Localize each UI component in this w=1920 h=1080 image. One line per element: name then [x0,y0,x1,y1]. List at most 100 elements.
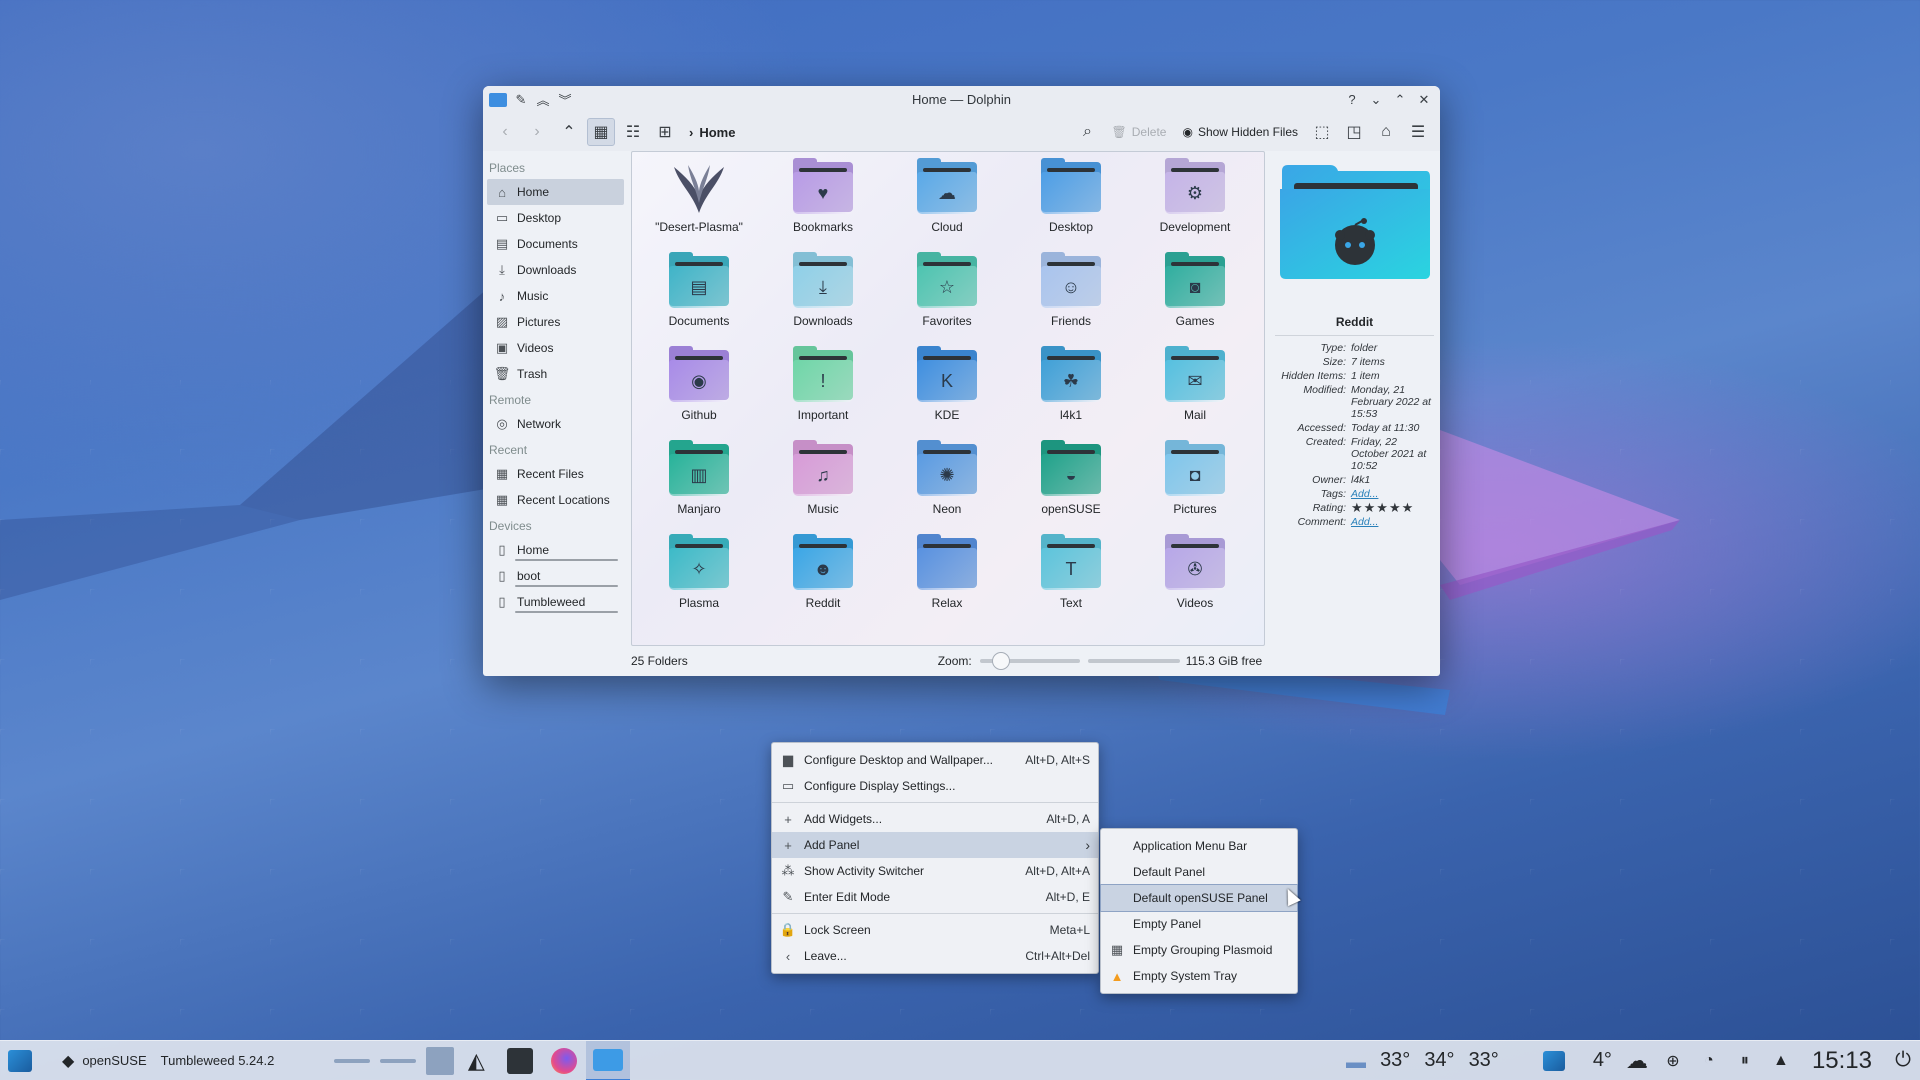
file-item[interactable]: "Desert-Plasma" [637,162,761,244]
show-hidden-files-button[interactable]: ◉ Show Hidden Files [1176,125,1304,139]
minimize-icon[interactable]: ⌄ [1368,92,1384,108]
sidebar-item-tumbleweed[interactable]: ▯ Tumbleweed [487,589,624,615]
plasma-logo-icon[interactable] [1542,1050,1565,1072]
file-item[interactable]: ☻ Reddit [761,534,885,620]
menu-item-leave[interactable]: ‹ Leave... Ctrl+Alt+Del [772,943,1098,969]
sidebar-item-desktop[interactable]: ▭ Desktop [487,205,624,231]
file-item[interactable]: ◙ Games [1133,252,1257,338]
select-icon[interactable]: ⬚ [1308,118,1336,146]
icons-view-icon[interactable]: ▦ [587,118,615,146]
submenu-item-empty-system-tray[interactable]: ▲ Empty System Tray [1101,963,1297,989]
menu-item-lock-screen[interactable]: 🔒 Lock Screen Meta+L [772,917,1098,943]
pager[interactable] [334,1046,455,1075]
app-icon[interactable] [489,92,507,107]
file-item[interactable]: ! Important [761,346,885,432]
help-icon[interactable]: ? [1344,92,1360,108]
submenu-item-default-opensuse-panel[interactable]: Default openSUSE Panel [1100,884,1298,912]
menu-item-show-activity-switcher[interactable]: ⁂ Show Activity Switcher Alt+D, Alt+A [772,858,1098,884]
sidebar-item-pictures[interactable]: ▨ Pictures [487,309,624,335]
menu-item-add-widgets[interactable]: + Add Widgets... Alt+D, A [772,806,1098,832]
file-item[interactable]: ◘ Pictures [1133,440,1257,526]
task-inkscape[interactable]: ◭ [454,1041,498,1080]
file-item[interactable]: ☺ Friends [1009,252,1133,338]
submenu-item-default-panel[interactable]: Default Panel [1101,859,1297,885]
sidebar-item-recent-locations[interactable]: ▦ Recent Locations [487,487,624,513]
rating-stars[interactable]: ★★★★★ [1351,501,1434,514]
task-terminal[interactable] [498,1041,542,1080]
file-item[interactable]: T Text [1009,534,1133,620]
sidebar-item-home[interactable]: ⌂ Home [487,179,624,205]
file-item[interactable]: Desktop [1009,158,1133,244]
info-add-link[interactable]: Add... [1351,516,1434,528]
titlebar[interactable]: ✎ ︽ ︾ Home — Dolphin ? ⌄ ⌃ ✕ [483,86,1440,113]
sidebar-item-network[interactable]: ◎ Network [487,411,624,437]
file-item[interactable]: Relax [885,534,1009,620]
power-icon[interactable]: ⏻ [1892,1049,1914,1072]
file-item[interactable]: ◉ Github [637,346,761,432]
weather-temp[interactable]: 4° [1593,1049,1612,1072]
file-item[interactable]: ☆ Favorites [885,252,1009,338]
sidebar-item-music[interactable]: ♪ Music [487,283,624,309]
global-menu[interactable]: ◆ openSUSE Tumbleweed 5.24.2 [62,1051,274,1071]
file-item[interactable]: K KDE [885,346,1009,432]
file-item[interactable]: ◒ openSUSE [1009,440,1133,526]
desktop-1[interactable] [334,1058,371,1063]
menu-item-configure-display-settings[interactable]: ▭ Configure Display Settings... [772,773,1098,799]
submenu-item-empty-grouping-plasmoid[interactable]: ▦ Empty Grouping Plasmoid [1101,937,1297,963]
file-item[interactable]: ✧ Plasma [637,534,761,620]
clock[interactable]: 15:13 [1812,1047,1872,1075]
sidebar-item-recent-files[interactable]: ▦ Recent Files [487,461,624,487]
sidebar-item-documents[interactable]: ▤ Documents [487,231,624,257]
submenu-item-application-menu-bar[interactable]: Application Menu Bar [1101,833,1297,859]
search-icon[interactable]: ⌕ [1074,118,1102,146]
file-item[interactable]: ✉ Mail [1133,346,1257,432]
update-icon[interactable]: ⊕ [1662,1050,1684,1072]
file-item[interactable]: ✺ Neon [885,440,1009,526]
keep-below-icon[interactable]: ︾ [557,92,573,108]
pin-icon[interactable]: ✎ [513,92,529,108]
volume-icon[interactable]: ◔ [1698,1050,1720,1072]
file-item[interactable]: ✇ Videos [1133,534,1257,620]
menu-item-configure-desktop-and-wallpaper[interactable]: ▆ Configure Desktop and Wallpaper... Alt+D… [772,747,1098,773]
delete-button[interactable]: 🗑 Delete [1106,125,1173,139]
home-icon[interactable]: ⌂ [1372,118,1400,146]
menu-item-add-panel[interactable]: + Add Panel › [772,832,1098,858]
forward-icon[interactable]: › [523,118,551,146]
zoom-slider-handle[interactable] [991,652,1010,670]
desktop-2[interactable] [380,1058,417,1063]
menu-item-enter-edit-mode[interactable]: ✎ Enter Edit Mode Alt+D, E [772,884,1098,910]
task-firefox[interactable] [542,1041,586,1080]
breadcrumb-home[interactable]: Home [699,125,735,140]
compact-view-icon[interactable]: ⊞ [651,118,679,146]
up-icon[interactable]: ⌃ [555,118,583,146]
hamburger-menu-icon[interactable]: ☰ [1404,118,1432,146]
pause-icon[interactable]: ⏸ [1734,1050,1756,1072]
file-item[interactable]: ⤓ Downloads [761,252,885,338]
file-item[interactable]: ⚙ Development [1133,158,1257,244]
sidebar-item-downloads[interactable]: ⤓ Downloads [487,257,624,283]
info-add-link[interactable]: Add... [1351,488,1434,500]
split-view-icon[interactable]: ◳ [1340,118,1368,146]
keep-above-icon[interactable]: ︽ [535,92,551,108]
submenu-item-empty-panel[interactable]: Empty Panel [1101,911,1297,937]
tray-expand-icon[interactable]: ▲ [1770,1050,1792,1072]
sidebar-item-boot[interactable]: ▯ boot [487,563,624,589]
file-item[interactable]: ☘ l4k1 [1009,346,1133,432]
maximize-icon[interactable]: ⌃ [1392,92,1408,108]
file-item[interactable]: ▥ Manjaro [637,440,761,526]
sidebar-item-trash[interactable]: 🗑 Trash [487,361,624,387]
task-dolphin[interactable] [586,1040,631,1080]
details-view-icon[interactable]: ☷ [619,118,647,146]
zoom-slider[interactable] [979,652,1080,670]
breadcrumb[interactable]: › Home [689,125,735,140]
desktop-3[interactable] [426,1046,455,1075]
file-item[interactable]: ♫ Music [761,440,885,526]
file-item[interactable]: ♥ Bookmarks [761,158,885,244]
file-item[interactable]: ▤ Documents [637,252,761,338]
back-icon[interactable]: ‹ [491,118,519,146]
cloud-icon[interactable]: ☁ [1626,1048,1648,1073]
application-launcher[interactable] [0,1041,40,1080]
close-icon[interactable]: ✕ [1416,92,1432,108]
sidebar-item-videos[interactable]: ▣ Videos [487,335,624,361]
sidebar-item-home[interactable]: ▯ Home [487,537,624,563]
